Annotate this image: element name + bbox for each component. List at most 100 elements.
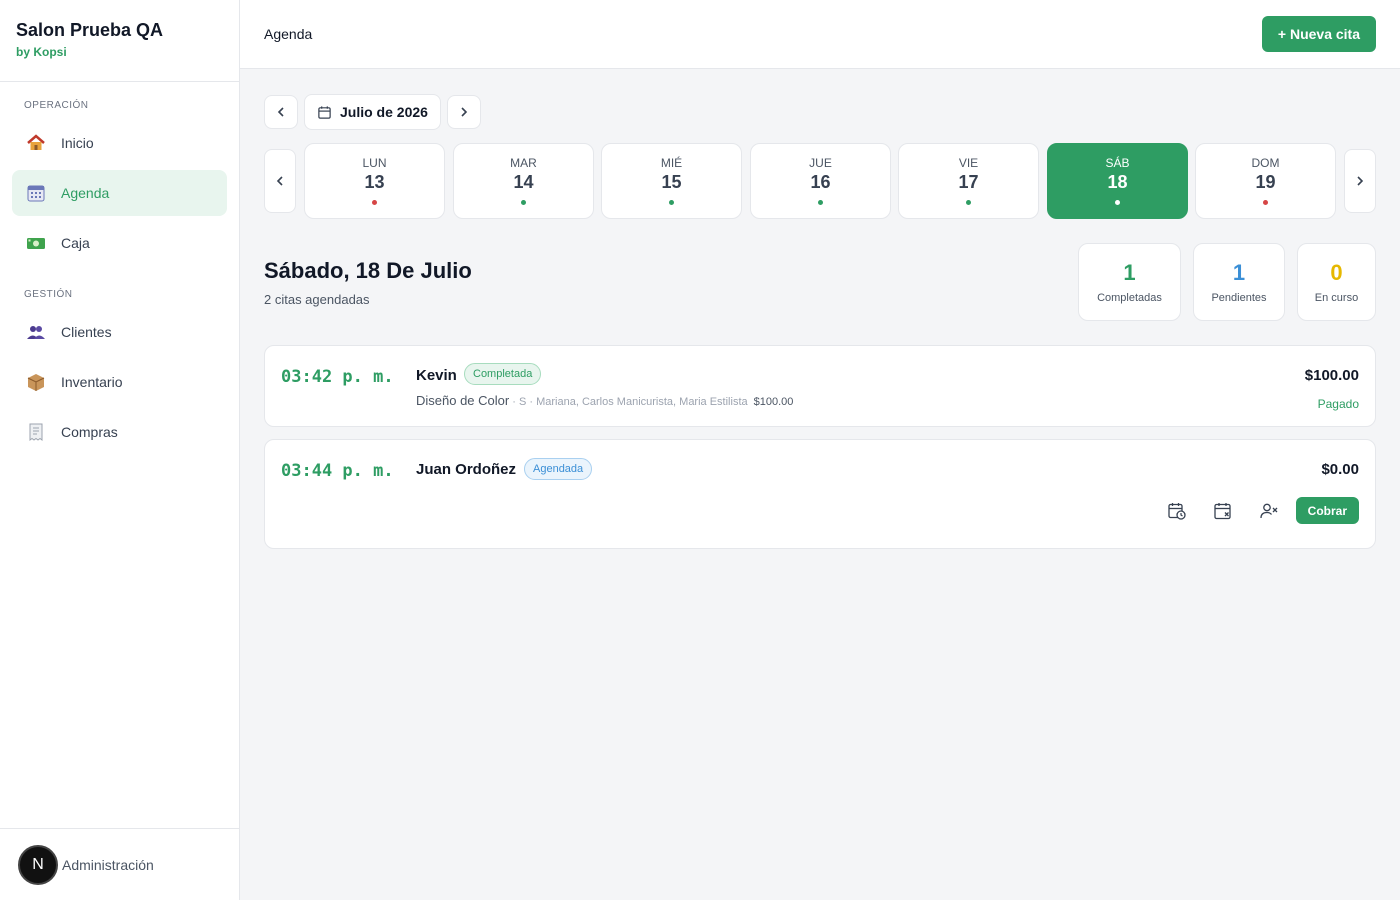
- day-name: SÁB: [1105, 156, 1130, 170]
- day-name: VIE: [958, 156, 979, 170]
- stat-value: 1: [1123, 260, 1136, 285]
- day-status-dot: [521, 200, 526, 205]
- client-name: Kevin: [416, 367, 457, 384]
- day-number: 18: [1107, 172, 1128, 192]
- appointment-details: Diseño de Color · S · Mariana, Carlos Ma…: [416, 393, 793, 408]
- calendar-icon: [25, 182, 47, 204]
- appointment-count: 2 citas agendadas: [264, 292, 370, 307]
- day-card-sab[interactable]: SÁB 18: [1047, 143, 1188, 219]
- package-icon: [25, 371, 47, 393]
- day-card-lun[interactable]: LUN 13: [304, 143, 445, 219]
- month-picker[interactable]: Julio de 2026: [304, 94, 441, 130]
- status-badge: Agendada: [524, 458, 593, 480]
- next-week-button[interactable]: [1344, 149, 1376, 213]
- day-card-jue[interactable]: JUE 16: [750, 143, 891, 219]
- day-status-dot: [372, 200, 377, 205]
- brand-subtitle: by Kopsi: [16, 45, 67, 59]
- stat-value: 1: [1232, 260, 1246, 285]
- sidebar-item-label: Agenda: [61, 185, 110, 201]
- calendar-outline-icon: [318, 105, 331, 119]
- day-status-dot: [818, 200, 823, 205]
- day-number: 17: [958, 172, 979, 192]
- day-status-dot: [1263, 200, 1268, 205]
- house-icon: [25, 132, 47, 154]
- day-card-mie[interactable]: MIÉ 15: [601, 143, 742, 219]
- day-number: 19: [1255, 172, 1276, 192]
- stat-pendientes: 1 Pendientes: [1193, 243, 1285, 321]
- sidebar-item-inventario[interactable]: Inventario: [12, 359, 227, 405]
- calendar-x-icon: [1214, 503, 1231, 520]
- sidebar-item-label: Inventario: [61, 374, 123, 390]
- sidebar-item-label: Caja: [61, 235, 90, 251]
- sidebar-item-clientes[interactable]: Clientes: [12, 309, 227, 355]
- day-card-vie[interactable]: VIE 17: [898, 143, 1039, 219]
- sidebar-item-inicio[interactable]: Inicio: [12, 120, 227, 166]
- month-navigator: Julio de 2026: [264, 94, 481, 130]
- stat-en-curso: 0 En curso: [1297, 243, 1376, 321]
- day-status-dot: [966, 200, 971, 205]
- sidebar-item-label: Clientes: [61, 324, 112, 340]
- service-price: $100.00: [753, 396, 794, 408]
- day-name: DOM: [1251, 156, 1280, 170]
- receipt-icon: [25, 421, 47, 443]
- next-month-button[interactable]: [446, 95, 481, 129]
- payment-status: Pagado: [1317, 397, 1359, 411]
- day-number: 14: [513, 172, 534, 192]
- staff-names: · S · Mariana, Carlos Manicurista, Maria…: [509, 396, 748, 408]
- day-name: JUE: [809, 156, 832, 170]
- reschedule-button[interactable]: [1163, 497, 1191, 525]
- money-icon: [25, 232, 47, 254]
- appointment-card[interactable]: 03:44 p. m. Juan Ordoñez Agendada $0.00 …: [264, 439, 1376, 549]
- cancel-appointment-button[interactable]: [1209, 497, 1237, 525]
- brand: Salon Prueba QA by Kopsi: [0, 0, 239, 82]
- sidebar-item-agenda[interactable]: Agenda: [12, 170, 227, 216]
- no-show-button[interactable]: [1255, 497, 1283, 525]
- day-name: LUN: [362, 156, 387, 170]
- calendar-clock-icon: [1168, 503, 1186, 520]
- day-name: MAR: [510, 156, 537, 170]
- appointment-time: 03:44 p. m.: [281, 461, 394, 481]
- sidebar-footer[interactable]: N Administración: [0, 828, 239, 900]
- charge-button[interactable]: Cobrar: [1295, 497, 1359, 524]
- brand-title: Salon Prueba QA: [16, 20, 164, 40]
- page-title: Agenda: [264, 26, 313, 42]
- stat-completadas: 1 Completadas: [1078, 243, 1181, 321]
- stat-value: 0: [1330, 260, 1343, 285]
- day-card-dom[interactable]: DOM 19: [1195, 143, 1336, 219]
- month-label: Julio de 2026: [340, 104, 428, 120]
- prev-month-button[interactable]: [264, 95, 298, 129]
- users-icon: [25, 321, 47, 343]
- sidebar-item-label: Inicio: [61, 135, 94, 151]
- stat-label: Pendientes: [1211, 292, 1267, 304]
- top-header: Agenda + Nueva cita: [240, 0, 1400, 69]
- appointment-amount: $0.00: [1321, 461, 1359, 478]
- prev-week-button[interactable]: [264, 149, 296, 213]
- day-name: MIÉ: [660, 156, 683, 170]
- status-badge: Completada: [464, 363, 542, 385]
- chevron-left-icon: [276, 176, 283, 186]
- stat-label: Completadas: [1097, 292, 1162, 304]
- avatar[interactable]: N: [18, 844, 58, 885]
- day-number: 13: [364, 172, 385, 192]
- chevron-right-icon: [461, 107, 468, 117]
- appointment-time: 03:42 p. m.: [281, 367, 394, 387]
- day-heading: Sábado, 18 De Julio: [264, 258, 472, 283]
- sidebar: Salon Prueba QA by Kopsi OPERACIÓN Inici…: [0, 0, 240, 900]
- new-appointment-button[interactable]: + Nueva cita: [1261, 16, 1376, 52]
- sidebar-item-label: Compras: [61, 424, 118, 440]
- user-x-icon: [1260, 503, 1278, 519]
- stat-label: En curso: [1314, 292, 1359, 304]
- section-label-operacion: OPERACIÓN: [24, 100, 89, 111]
- service-name: Diseño de Color: [416, 393, 510, 408]
- day-status-dot: [1115, 200, 1120, 205]
- day-card-mar[interactable]: MAR 14: [453, 143, 594, 219]
- appointment-amount: $100.00: [1304, 367, 1359, 384]
- client-name: Juan Ordoñez: [416, 461, 517, 478]
- day-number: 16: [810, 172, 831, 192]
- sidebar-item-caja[interactable]: Caja: [12, 220, 227, 266]
- day-number: 15: [661, 172, 682, 192]
- sidebar-item-compras[interactable]: Compras: [12, 409, 227, 455]
- chevron-left-icon: [277, 107, 284, 117]
- appointment-card[interactable]: 03:42 p. m. Kevin Completada Diseño de C…: [264, 345, 1376, 427]
- footer-label: Administración: [62, 856, 154, 873]
